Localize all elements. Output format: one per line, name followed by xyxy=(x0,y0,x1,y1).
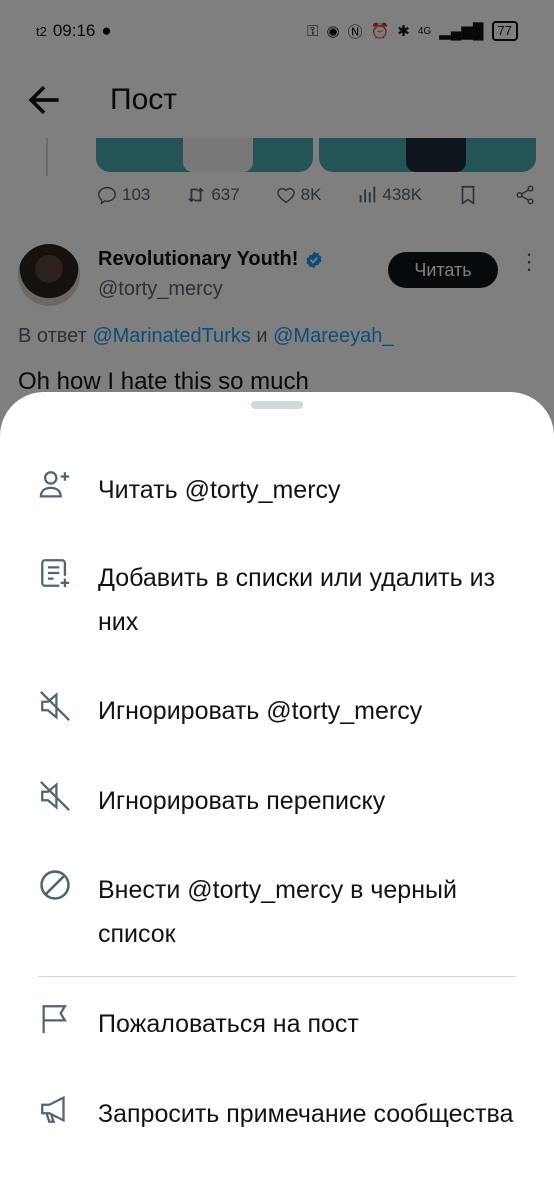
add-to-list-icon xyxy=(41,559,70,588)
menu-item-label: Игнорировать переписку xyxy=(98,787,386,815)
mute-icon xyxy=(40,781,70,811)
menu-item-label: Запросить примечание сообщества xyxy=(98,1100,514,1128)
flag-icon xyxy=(42,1005,67,1034)
megaphone-icon xyxy=(41,1095,65,1123)
follow-user-icon xyxy=(39,471,70,498)
menu-item-follow[interactable]: Читать @torty_mercy xyxy=(0,468,554,512)
menu-item-mute-user[interactable]: Игнорировать @torty_mercy xyxy=(0,689,554,733)
menu-item-report[interactable]: Пожаловаться на пост xyxy=(0,1002,554,1046)
menu-item-community-note[interactable]: Запросить примечание сообщества xyxy=(0,1092,554,1136)
menu-item-label: Внести @torty_mercy в черный список xyxy=(98,876,457,948)
mute-icon xyxy=(40,691,70,721)
post-options-sheet: Читать @torty_mercy Добавить в списки ил… xyxy=(0,392,554,1200)
menu-item-label: Добавить в списки или удалить из них xyxy=(98,564,496,636)
menu-item-label: Пожаловаться на пост xyxy=(98,1010,359,1038)
block-icon xyxy=(40,870,70,900)
menu-item-mute-conversation[interactable]: Игнорировать переписку xyxy=(0,779,554,823)
sheet-drag-handle[interactable] xyxy=(251,401,303,409)
menu-item-label: Игнорировать @torty_mercy xyxy=(98,697,423,725)
menu-item-label: Читать @torty_mercy xyxy=(98,476,341,504)
menu-item-lists[interactable]: Добавить в списки или удалить из них xyxy=(0,556,554,644)
divider xyxy=(38,976,516,977)
menu-item-block[interactable]: Внести @torty_mercy в черный список xyxy=(0,868,554,956)
